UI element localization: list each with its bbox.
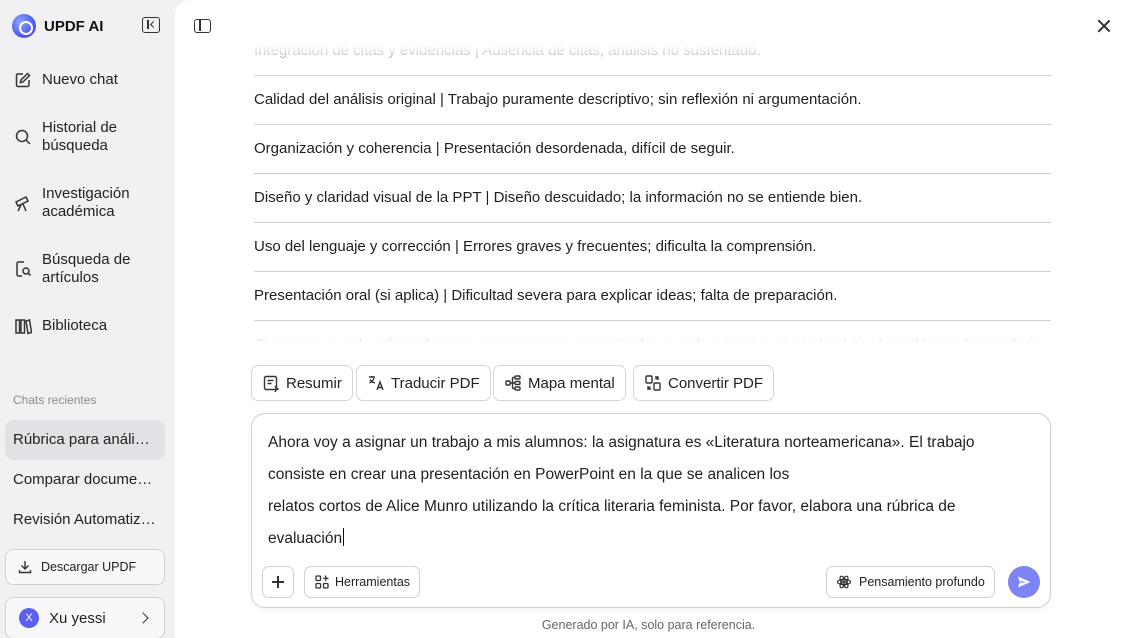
- edit-icon: [14, 71, 32, 89]
- text-caret: [343, 528, 345, 546]
- library-icon: [14, 317, 32, 335]
- mind-map-button[interactable]: Mapa mental: [493, 365, 626, 401]
- message-row: Diseño y claridad visual de la PPT | Dis…: [254, 189, 863, 206]
- divider: [254, 124, 1051, 125]
- mindmap-icon: [505, 375, 521, 391]
- download-icon: [18, 561, 32, 574]
- telescope-icon: [14, 194, 32, 212]
- tools-label: Herramientas: [335, 575, 411, 589]
- atom-icon: [836, 575, 852, 589]
- divider: [254, 320, 1051, 321]
- recent-chat-item[interactable]: Rúbrica para análisis de presentación: [5, 420, 165, 460]
- chevron-right-icon: [137, 612, 149, 624]
- chat-messages: Integración de citas y evidencias | Ause…: [254, 40, 1051, 350]
- message-row: Calidad del análisis original | Trabajo …: [254, 91, 862, 108]
- composer-line: Ahora voy a asignar un trabajo a mis alu…: [268, 434, 975, 451]
- nav-search-history[interactable]: Historial de búsqueda: [14, 119, 164, 155]
- composer-line-last: evaluación: [268, 523, 1028, 555]
- panel-toggle-icon[interactable]: [194, 19, 211, 33]
- send-button[interactable]: [1008, 566, 1040, 598]
- message-row: Organización y coherencia | Presentación…: [254, 140, 735, 157]
- add-attachment-button[interactable]: [262, 566, 294, 598]
- summarize-button[interactable]: Resumir: [251, 365, 353, 401]
- brand[interactable]: UPDF AI: [12, 14, 103, 38]
- nav-library[interactable]: Biblioteca: [14, 317, 164, 335]
- tool-label: Resumir: [286, 374, 342, 392]
- deep-thinking-button[interactable]: Pensamiento profundo: [826, 566, 995, 598]
- tools-button[interactable]: Herramientas: [304, 566, 421, 598]
- translate-pdf-button[interactable]: Traducir PDF: [356, 365, 491, 401]
- nav-label: Historial de búsqueda: [42, 119, 118, 154]
- divider: [254, 222, 1051, 223]
- nav-label: Investigación académica: [42, 185, 130, 220]
- message-composer[interactable]: Ahora voy a asignar un trabajo a mis alu…: [251, 413, 1051, 608]
- updf-logo-icon: [12, 14, 36, 38]
- send-icon: [1018, 576, 1031, 588]
- nav-new-chat[interactable]: Nuevo chat: [14, 71, 164, 89]
- divider: [254, 271, 1051, 272]
- composer-line: consiste en crear una presentación en Po…: [268, 466, 790, 483]
- convert-icon: [645, 375, 661, 391]
- avatar: X: [19, 608, 39, 628]
- brand-name: UPDF AI: [44, 17, 104, 35]
- convert-pdf-button[interactable]: Convertir PDF: [633, 365, 775, 401]
- tool-label: Mapa mental: [528, 374, 615, 392]
- chat-panel: Integración de citas y evidencias | Ause…: [175, 0, 1122, 638]
- divider: [254, 173, 1051, 174]
- composer-line: evaluación: [268, 530, 343, 547]
- close-icon[interactable]: [1096, 18, 1112, 34]
- nav-article-search[interactable]: Búsqueda de artículos: [14, 251, 164, 287]
- document-search-icon: [14, 260, 32, 278]
- user-name: Xu yessi: [49, 609, 106, 627]
- message-row: Si quieres, puedo adaptarla para asignar…: [254, 336, 1042, 350]
- nav-academic-research[interactable]: Investigación académica: [14, 185, 164, 221]
- ai-disclaimer: Generado por IA, solo para referencia.: [541, 618, 756, 632]
- message-row: Uso del lenguaje y corrección | Errores …: [254, 238, 817, 255]
- message-row: Presentación oral (si aplica) | Dificult…: [254, 287, 838, 304]
- nav-label: Nuevo chat: [42, 71, 118, 88]
- sidebar: UPDF AI Nuevo chat Historial de búsqueda…: [0, 0, 175, 638]
- tools-grid-icon: [315, 575, 329, 589]
- collapse-sidebar-icon[interactable]: [142, 17, 160, 33]
- download-updf-button[interactable]: Descargar UPDF: [5, 549, 165, 585]
- translate-icon: [369, 376, 384, 391]
- user-account-button[interactable]: X Xu yessi: [5, 597, 165, 638]
- composer-input[interactable]: Ahora voy a asignar un trabajo a mis alu…: [268, 427, 1028, 555]
- search-icon: [14, 128, 32, 146]
- summarize-icon: [263, 375, 280, 392]
- deep-thinking-label: Pensamiento profundo: [859, 575, 985, 589]
- message-row: Integración de citas y evidencias | Ause…: [254, 42, 761, 59]
- recent-chat-item[interactable]: Comparar documentos: [5, 460, 165, 500]
- nav-label: Biblioteca: [42, 317, 108, 334]
- recent-chats-label: Chats recientes: [13, 393, 97, 407]
- nav-label: Búsqueda de artículos: [42, 251, 131, 286]
- tool-label: Traducir PDF: [391, 374, 480, 392]
- composer-line: relatos cortos de Alice Munro utilizando…: [268, 498, 956, 515]
- divider: [254, 75, 1051, 76]
- tool-label: Convertir PDF: [668, 374, 764, 392]
- recent-chat-item[interactable]: Revisión Automatizada: [5, 500, 165, 540]
- download-label: Descargar UPDF: [41, 560, 137, 574]
